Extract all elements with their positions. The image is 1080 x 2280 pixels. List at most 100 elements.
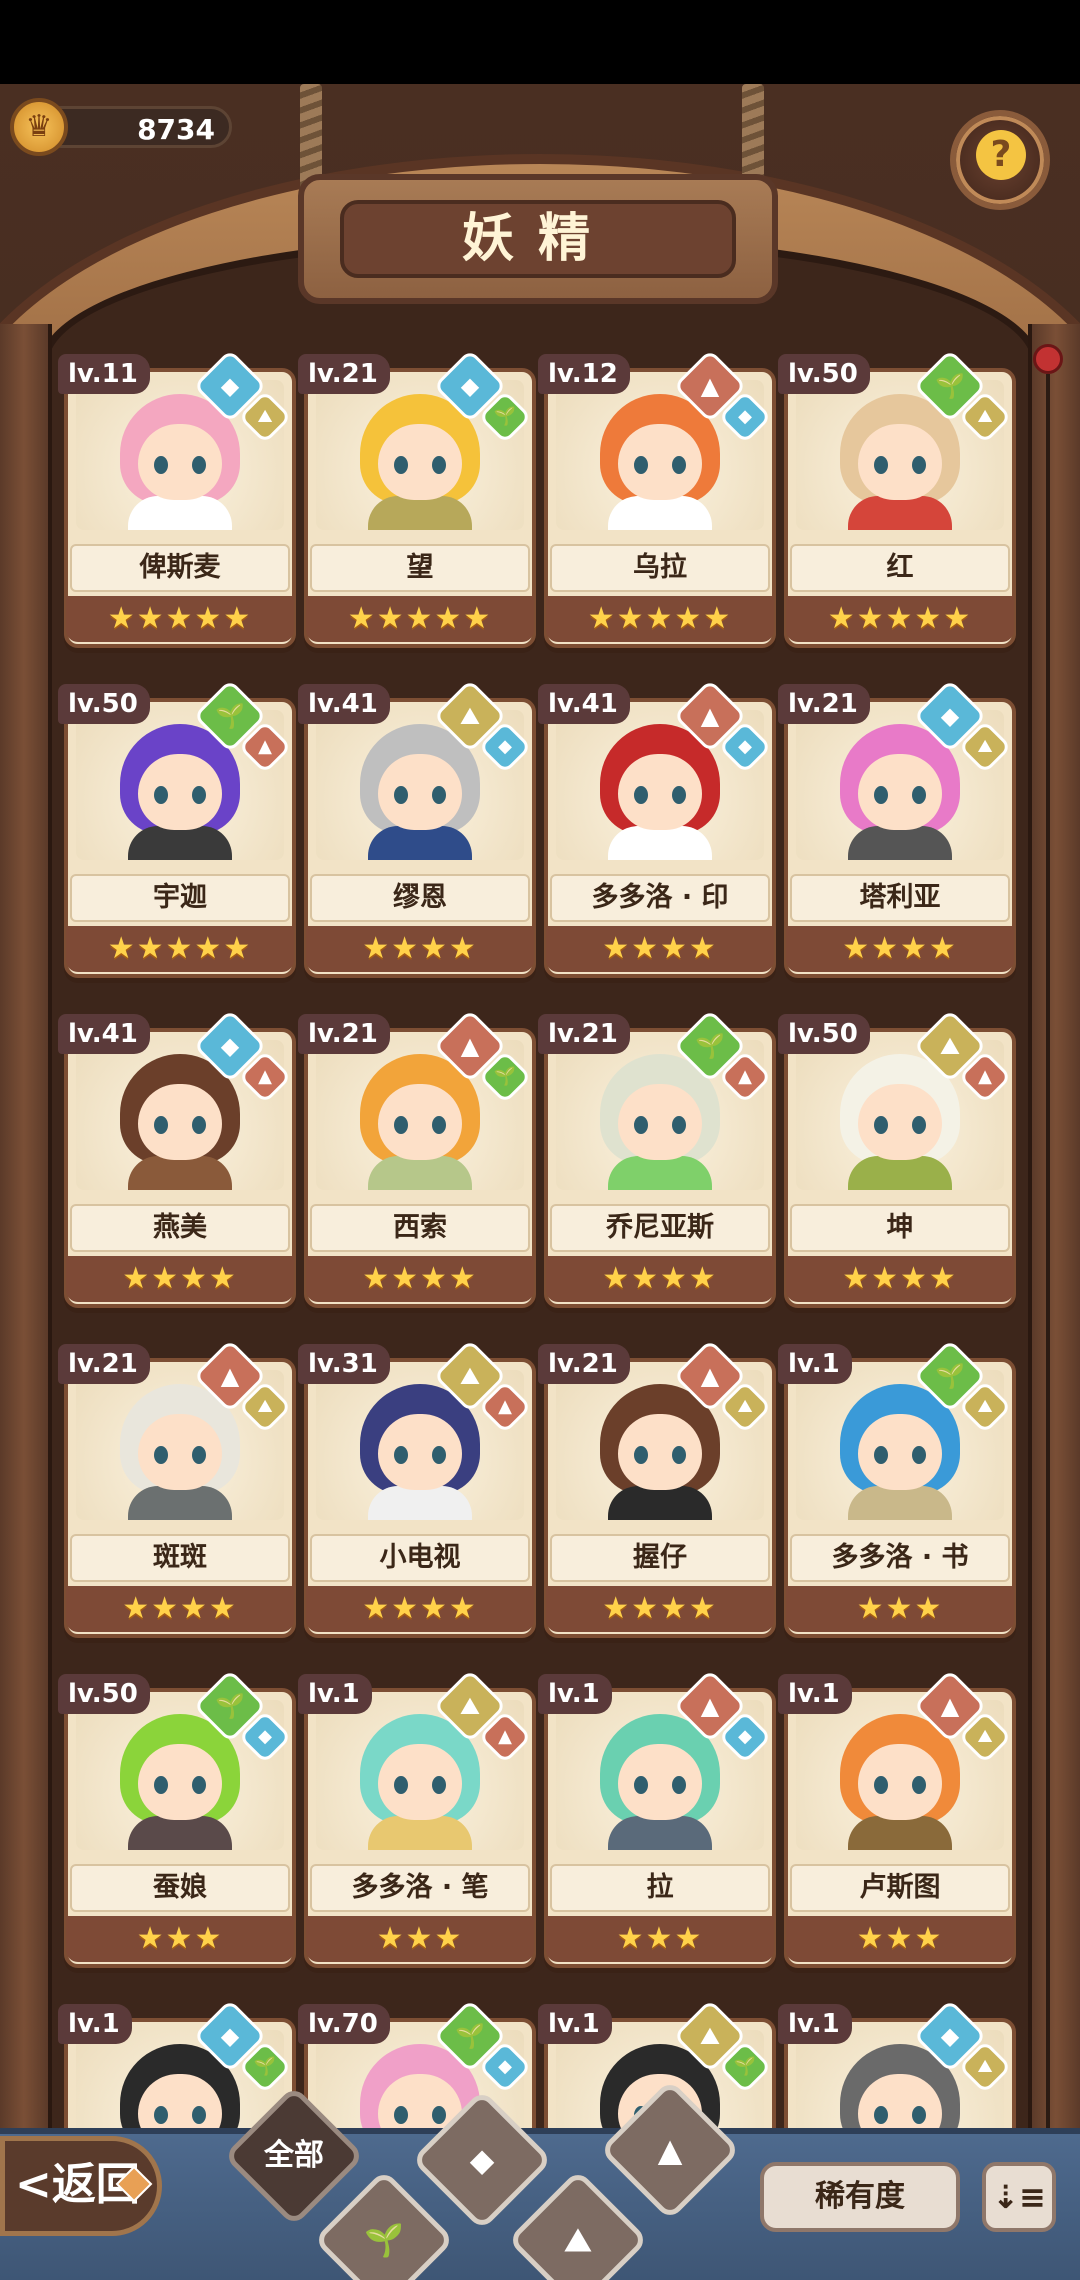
- portrait-eye: [912, 1776, 926, 1794]
- element-glyph: ◆: [940, 2022, 960, 2050]
- fairy-card[interactable]: lv.1 ⛰ ▲ 多多洛 · 笔 ★★★: [298, 1669, 536, 1974]
- level-badge: lv.21: [58, 1344, 150, 1384]
- fairy-card[interactable]: lv.21 ◆ 🌱 望 ★★★★★: [298, 349, 536, 654]
- portrait-body: [608, 826, 712, 860]
- star-rating: ★★★★★: [306, 596, 534, 642]
- star-rating: ★★★: [546, 1916, 774, 1962]
- fairy-name: 卢斯图: [790, 1864, 1010, 1912]
- element-glyph: 🌱: [695, 1032, 725, 1060]
- help-button[interactable]: ?: [950, 110, 1050, 210]
- fairy-card[interactable]: lv.21 ▲ ⛰ 握仔 ★★★★: [538, 1339, 776, 1644]
- crown-coin-icon: ♛: [10, 98, 68, 156]
- element-glyph: ◆: [220, 372, 240, 400]
- element-glyph: 🌱: [733, 2056, 757, 2077]
- fairy-name: 望: [310, 544, 530, 592]
- sort-order-button[interactable]: ⇣≡: [982, 2162, 1056, 2232]
- portrait-face: [858, 1744, 942, 1820]
- element-glyph: ▲: [498, 1396, 512, 1417]
- fairy-card[interactable]: lv.31 ⛰ ▲ 小电视 ★★★★: [298, 1339, 536, 1644]
- fairy-name: 小电视: [310, 1534, 530, 1582]
- fairy-name: 蚕娘: [70, 1864, 290, 1912]
- element-glyph: ◆: [460, 372, 480, 400]
- portrait-eye: [394, 1776, 408, 1794]
- fairy-card[interactable]: lv.41 ⛰ ◆ 缪恩 ★★★★: [298, 679, 536, 984]
- element-glyph: ◆: [738, 406, 752, 427]
- portrait-eye: [432, 1116, 446, 1134]
- portrait-eye: [874, 1116, 888, 1134]
- scroll-track[interactable]: [1046, 374, 1050, 2174]
- portrait-face: [138, 424, 222, 500]
- element-glyph: ⛰: [977, 406, 993, 427]
- star-rating: ★★★★: [786, 926, 1014, 972]
- portrait-face: [138, 1414, 222, 1490]
- portrait-eye: [154, 786, 168, 804]
- element-glyph: 🌱: [935, 372, 965, 400]
- portrait-body: [368, 1486, 472, 1520]
- fairy-card[interactable]: lv.1 ▲ ⛰ 卢斯图 ★★★: [778, 1669, 1016, 1974]
- fairy-card[interactable]: lv.21 ◆ ⛰ 塔利亚 ★★★★: [778, 679, 1016, 984]
- portrait-face: [378, 754, 462, 830]
- star-rating: ★★★★: [306, 926, 534, 972]
- element-glyph: ⛰: [977, 1396, 993, 1417]
- element-glyph: ⛰: [459, 1362, 481, 1390]
- element-glyph: ⛰: [699, 2022, 721, 2050]
- scroll-thumb[interactable]: [1033, 344, 1063, 374]
- element-glyph: 🌱: [455, 2022, 485, 2050]
- portrait-eye: [192, 786, 206, 804]
- element-glyph: ◆: [220, 2022, 240, 2050]
- fairy-card[interactable]: lv.41 ▲ ◆ 多多洛 · 印 ★★★★: [538, 679, 776, 984]
- portrait-body: [368, 1156, 472, 1190]
- portrait-body: [848, 826, 952, 860]
- water-drop-icon: ◆: [469, 2141, 495, 2179]
- portrait-eye: [394, 786, 408, 804]
- right-wooden-post: [1028, 324, 1080, 2224]
- fairy-card[interactable]: lv.21 🌱 ▲ 乔尼亚斯 ★★★★: [538, 1009, 776, 1314]
- fairy-name: 燕美: [70, 1204, 290, 1252]
- element-glyph: ⛰: [737, 1396, 753, 1417]
- element-glyph: ⛰: [459, 702, 481, 730]
- star-rating: ★★★★★: [786, 596, 1014, 642]
- back-button[interactable]: <返回: [0, 2136, 162, 2236]
- fairy-card[interactable]: lv.12 ▲ ◆ 乌拉 ★★★★★: [538, 349, 776, 654]
- fairy-card[interactable]: lv.50 ⛰ ▲ 坤 ★★★★: [778, 1009, 1016, 1314]
- portrait-eye: [874, 1446, 888, 1464]
- fairy-card[interactable]: lv.1 ▲ ◆ 拉 ★★★: [538, 1669, 776, 1974]
- portrait-eye: [154, 1446, 168, 1464]
- fairy-card[interactable]: lv.21 ▲ 🌱 西索 ★★★★: [298, 1009, 536, 1314]
- element-glyph: ▲: [700, 1362, 720, 1390]
- question-sprout-icon: ?: [976, 130, 1026, 180]
- fairy-card[interactable]: lv.41 ◆ ▲ 燕美 ★★★★: [58, 1009, 296, 1314]
- portrait-eye: [394, 456, 408, 474]
- portrait-eye: [912, 786, 926, 804]
- star-rating: ★★★★★: [66, 926, 294, 972]
- fairy-card[interactable]: lv.50 🌱 ⛰ 红 ★★★★★: [778, 349, 1016, 654]
- element-glyph: 🌱: [215, 702, 245, 730]
- fairy-card[interactable]: lv.21 ▲ ⛰ 斑斑 ★★★★: [58, 1339, 296, 1644]
- fairy-name: 西索: [310, 1204, 530, 1252]
- fairy-card[interactable]: lv.50 🌱 ◆ 蚕娘 ★★★: [58, 1669, 296, 1974]
- element-glyph: ◆: [738, 1726, 752, 1747]
- portrait-body: [368, 826, 472, 860]
- filter-all-label: 全部: [264, 2138, 324, 2173]
- element-glyph: ▲: [258, 1066, 272, 1087]
- portrait-face: [138, 1744, 222, 1820]
- star-rating: ★★★★: [66, 1256, 294, 1302]
- level-badge: lv.41: [58, 1014, 150, 1054]
- portrait-face: [618, 754, 702, 830]
- portrait-eye: [634, 786, 648, 804]
- fairy-card[interactable]: lv.50 🌱 ▲ 宇迦 ★★★★★: [58, 679, 296, 984]
- portrait-eye: [672, 1446, 686, 1464]
- fairy-card[interactable]: lv.1 🌱 ⛰ 多多洛 · 书 ★★★: [778, 1339, 1016, 1644]
- portrait-face: [858, 1084, 942, 1160]
- fairy-name: 多多洛 · 笔: [310, 1864, 530, 1912]
- star-rating: ★★★★: [306, 1256, 534, 1302]
- fairy-name: 多多洛 · 书: [790, 1534, 1010, 1582]
- level-badge: lv.1: [538, 2004, 612, 2044]
- sort-rarity-button[interactable]: 稀有度: [760, 2162, 960, 2232]
- fairy-card[interactable]: lv.11 ◆ ⛰ 俾斯麦 ★★★★★: [58, 349, 296, 654]
- level-badge: lv.12: [538, 354, 630, 394]
- level-badge: lv.50: [778, 1014, 870, 1054]
- element-glyph: ⛰: [459, 1692, 481, 1720]
- portrait-body: [368, 1816, 472, 1850]
- portrait-body: [128, 1156, 232, 1190]
